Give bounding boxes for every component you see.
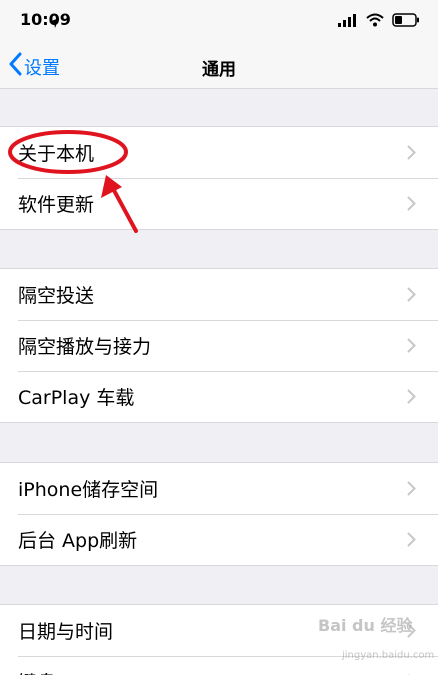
page-title: 通用 [202,60,236,80]
signal-icon [338,12,358,31]
settings-row-iphone-storage[interactable]: iPhone储存空间 [0,463,438,514]
row-label: CarPlay 车载 [18,387,135,409]
chevron-right-icon [407,145,416,164]
status-time: 10:09 [20,10,71,29]
location-arrow-icon [48,14,60,33]
chevron-right-icon [407,196,416,215]
settings-row-airplay-handoff[interactable]: 隔空播放与接力 [0,320,438,371]
settings-row-about[interactable]: 关于本机 [0,127,438,178]
settings-row-background-refresh[interactable]: 后台 App刷新 [0,514,438,565]
chevron-right-icon [407,338,416,357]
watermark-url: jingyan.baidu.com [342,650,435,661]
battery-icon [392,12,420,31]
status-icons [49,12,420,31]
row-label: iPhone储存空间 [18,479,159,501]
row-label: 软件更新 [18,194,95,216]
navigation-header: 10:09 设置 通用 [0,0,438,89]
chevron-right-icon [407,532,416,551]
wifi-icon [366,12,384,31]
settings-general-screen: 10:09 设置 通用 关于本机 软件更新 隔空投送 隔空播放与接力 CarPl… [0,0,438,675]
row-label: 后台 App刷新 [18,530,138,552]
row-label: 隔空投送 [18,285,95,307]
settings-row-carplay[interactable]: CarPlay 车载 [0,371,438,422]
settings-row-airdrop[interactable]: 隔空投送 [0,269,438,320]
settings-row-software-update[interactable]: 软件更新 [0,178,438,229]
chevron-right-icon [407,287,416,306]
watermark-logo: Bai du 经验 [318,616,413,635]
row-label: 隔空播放与接力 [18,336,152,358]
row-label: 日期与时间 [18,621,114,643]
row-label: 键盘 [18,668,56,675]
settings-group-about: 关于本机 软件更新 [0,126,438,230]
settings-group-airdrop: 隔空投送 隔空播放与接力 CarPlay 车载 [0,268,438,423]
chevron-right-icon [407,481,416,500]
row-label: 关于本机 [18,143,95,165]
chevron-right-icon [407,389,416,408]
settings-group-storage: iPhone储存空间 后台 App刷新 [0,462,438,566]
